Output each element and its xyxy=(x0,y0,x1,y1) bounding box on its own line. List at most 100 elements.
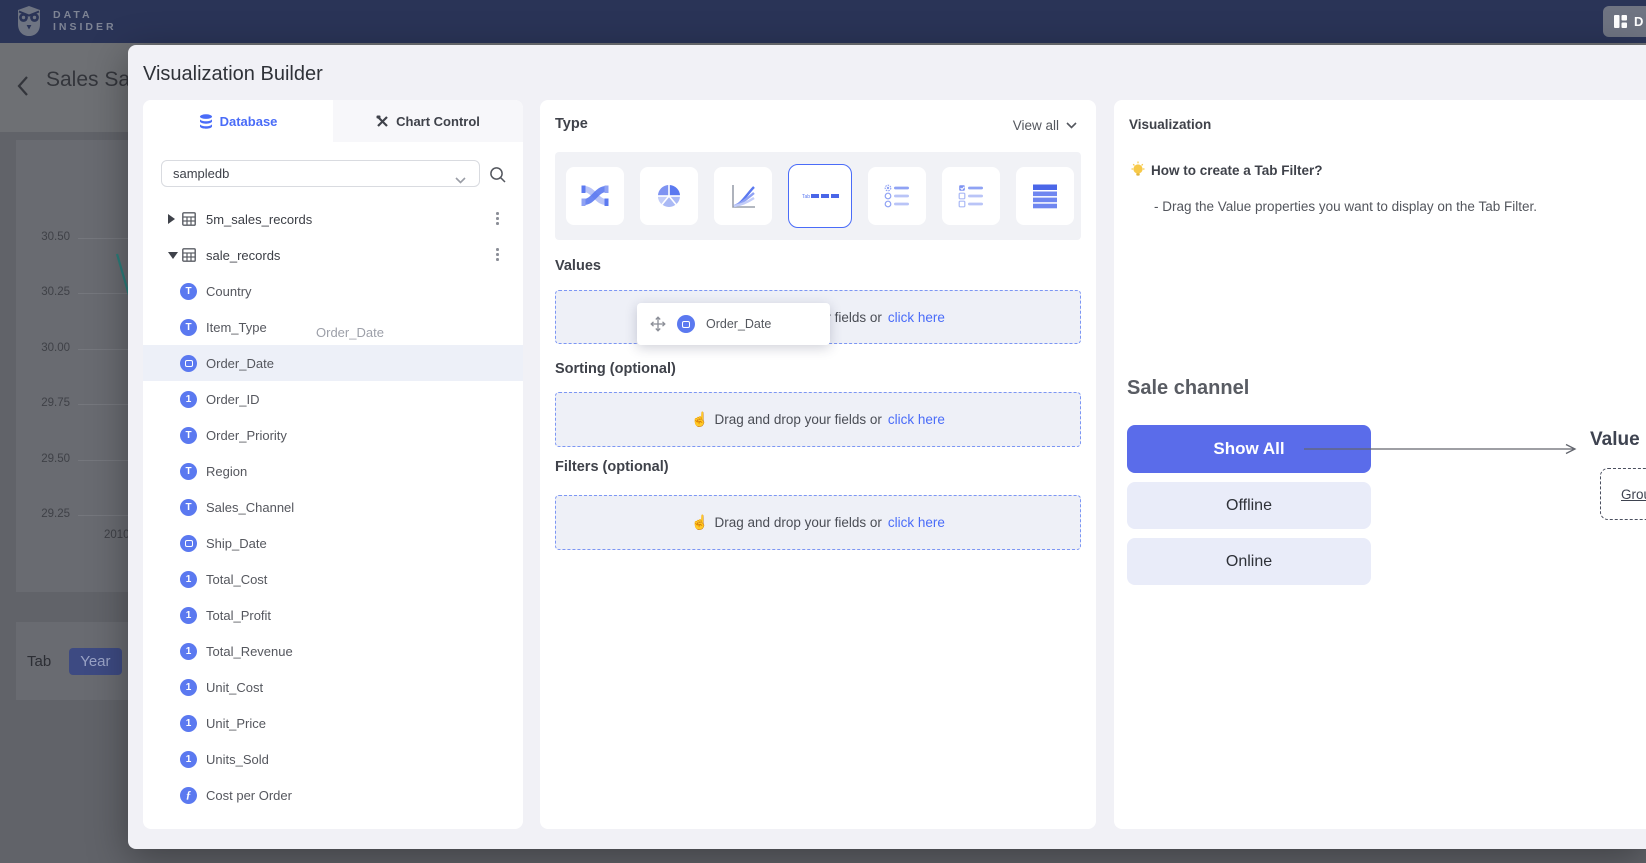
field-label: Total_Profit xyxy=(206,608,271,623)
drag-source-ghost: Order_Date xyxy=(316,325,384,340)
text-field-icon: T xyxy=(180,499,197,516)
visualization-header: Visualization xyxy=(1129,117,1211,132)
filters-dropzone[interactable]: ☝ Drag and drop your fields or click her… xyxy=(555,495,1081,550)
y-axis-tick: 30.00 xyxy=(25,342,70,354)
chip-label: Order_Date xyxy=(706,317,771,331)
back-button[interactable] xyxy=(16,75,30,102)
field-label: Sales_Channel xyxy=(206,500,294,515)
field-label: Total_Revenue xyxy=(206,644,293,659)
number-field-icon: 1 xyxy=(180,607,197,624)
callout-group-box: Group xyxy=(1600,468,1646,520)
text-field-icon: T xyxy=(180,463,197,480)
builder-panel: Type View all Tab Values ☝ Drag and drop… xyxy=(540,100,1096,829)
database-select-input[interactable] xyxy=(161,160,480,187)
field-label: Country xyxy=(206,284,252,299)
field-total-profit[interactable]: 1 Total_Profit xyxy=(143,597,523,633)
date-field-icon xyxy=(180,355,197,372)
number-field-icon: 1 xyxy=(180,571,197,588)
callout-group-link[interactable]: Group xyxy=(1621,487,1646,502)
type-radio-list[interactable] xyxy=(868,167,926,225)
tab-database[interactable]: Database xyxy=(143,100,333,142)
move-icon xyxy=(650,316,666,332)
period-tab-year[interactable]: Year xyxy=(69,648,121,675)
field-order-id[interactable]: 1Order_ID xyxy=(143,381,523,417)
field-cost-per-order[interactable]: ƒCost per Order xyxy=(143,777,523,813)
preview-option-online[interactable]: Online xyxy=(1127,538,1371,585)
period-tab-tab[interactable]: Tab xyxy=(27,653,51,670)
database-panel: Database Chart Control xyxy=(143,100,523,829)
date-field-icon xyxy=(180,535,197,552)
tab-chart-control[interactable]: Chart Control xyxy=(333,100,523,142)
field-label: Total_Cost xyxy=(206,572,267,587)
visualization-panel: Visualization How to create a Tab Filter… xyxy=(1114,100,1646,829)
sorting-click-here-link[interactable]: click here xyxy=(888,412,945,427)
field-label: Item_Type xyxy=(206,320,267,335)
y-axis-tick: 29.50 xyxy=(25,453,70,465)
type-line-chart[interactable] xyxy=(714,167,772,225)
text-field-icon: T xyxy=(180,427,197,444)
more-options-icon[interactable] xyxy=(494,246,501,263)
more-options-icon[interactable] xyxy=(494,210,501,227)
tip-title: How to create a Tab Filter? xyxy=(1151,163,1323,178)
type-pie-chart[interactable] xyxy=(640,167,698,225)
chevron-down-icon[interactable] xyxy=(455,171,466,189)
hand-pointer-icon: ☝ xyxy=(691,411,708,428)
y-axis-tick: 29.75 xyxy=(25,397,70,409)
svg-text:Tab: Tab xyxy=(802,194,810,200)
field-order-date[interactable]: Order_Date xyxy=(143,345,523,381)
table-label: 5m_sales_records xyxy=(206,212,312,227)
number-field-icon: 1 xyxy=(180,391,197,408)
expander-icon[interactable] xyxy=(168,214,175,224)
field-country[interactable]: T Country xyxy=(143,273,523,309)
field-total-cost[interactable]: 1 Total_Cost xyxy=(143,561,523,597)
table-5m-sales-records[interactable]: 5m_sales_records xyxy=(143,201,523,237)
values-click-here-link[interactable]: click here xyxy=(888,310,945,325)
field-label: Unit_Price xyxy=(206,716,266,731)
lightbulb-icon xyxy=(1130,161,1146,184)
sorting-dropzone[interactable]: ☝ Drag and drop your fields or click her… xyxy=(555,392,1081,447)
view-all-dropdown[interactable]: View all xyxy=(1013,118,1077,133)
table-icon xyxy=(182,248,196,267)
field-units-sold[interactable]: 1Units_Sold xyxy=(143,741,523,777)
expander-icon[interactable] xyxy=(168,252,178,259)
filters-click-here-link[interactable]: click here xyxy=(888,515,945,530)
type-section-label: Type xyxy=(555,116,588,132)
dragged-field-chip[interactable]: Order_Date xyxy=(637,303,830,345)
filters-dropzone-text: Drag and drop your fields or xyxy=(715,515,882,530)
tab-database-label: Database xyxy=(220,114,278,129)
y-axis-tick: 30.25 xyxy=(25,286,70,298)
type-checkbox-list[interactable] xyxy=(942,167,1000,225)
tip-line: - Drag the Value properties you want to … xyxy=(1154,199,1537,214)
database-icon xyxy=(199,114,213,129)
preview-option-offline[interactable]: Offline xyxy=(1127,482,1371,529)
hand-pointer-icon: ☝ xyxy=(691,514,708,531)
date-field-icon xyxy=(677,315,695,333)
field-unit-cost[interactable]: 1Unit_Cost xyxy=(143,669,523,705)
app-screen: Sales Sa 30.5030.2530.0029.7529.5029.25 … xyxy=(0,0,1646,863)
text-field-icon: T xyxy=(180,319,197,336)
dashboard-icon xyxy=(1613,14,1628,29)
field-label: Order_Priority xyxy=(206,428,287,443)
dashboard-nav-button[interactable]: D xyxy=(1603,6,1646,37)
search-icon[interactable] xyxy=(489,166,507,189)
chart-type-strip: Tab xyxy=(555,152,1081,240)
text-field-icon: T xyxy=(180,283,197,300)
table-sale-records[interactable]: sale_records xyxy=(143,237,523,273)
type-data-table[interactable] xyxy=(1016,167,1074,225)
field-ship-date[interactable]: Ship_Date xyxy=(143,525,523,561)
field-unit-price[interactable]: 1Unit_Price xyxy=(143,705,523,741)
table-icon xyxy=(182,212,196,231)
logo-text: DATA INSIDER xyxy=(53,9,117,33)
field-region[interactable]: TRegion xyxy=(143,453,523,489)
sorting-dropzone-text: Drag and drop your fields or xyxy=(715,412,882,427)
app-logo[interactable]: DATA INSIDER xyxy=(14,4,117,38)
search-area xyxy=(143,142,523,201)
modal-title: Visualization Builder xyxy=(143,63,323,86)
type-sankey[interactable] xyxy=(566,167,624,225)
field-sales-channel[interactable]: T Sales_Channel xyxy=(143,489,523,525)
field-total-revenue[interactable]: 1Total_Revenue xyxy=(143,633,523,669)
tab-chart-control-label: Chart Control xyxy=(396,114,480,129)
field-label: Cost per Order xyxy=(206,788,292,803)
field-order-priority[interactable]: T Order_Priority xyxy=(143,417,523,453)
type-tab-filter[interactable]: Tab xyxy=(788,164,852,228)
